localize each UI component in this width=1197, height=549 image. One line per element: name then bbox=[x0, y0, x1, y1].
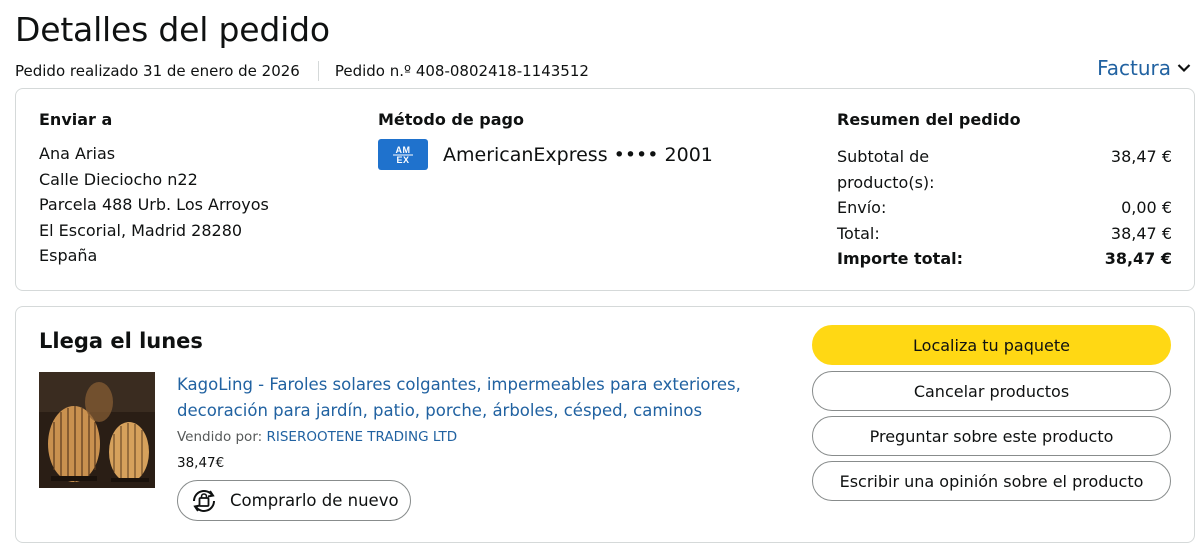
summary-row-total: Importe total: 38,47 € bbox=[837, 246, 1172, 272]
svg-text:EX: EX bbox=[396, 155, 409, 165]
summary-row: Subtotal de producto(s): 38,47 € bbox=[837, 144, 1172, 195]
write-review-button[interactable]: Escribir una opinión sobre el producto bbox=[812, 461, 1171, 501]
seller-link[interactable]: RISEROOTENE TRADING LTD bbox=[266, 429, 457, 445]
summary-label: Subtotal de producto(s): bbox=[837, 147, 935, 192]
summary-label: Importe total: bbox=[837, 249, 963, 269]
sold-by: Vendido por: RISEROOTENE TRADING LTD bbox=[177, 429, 457, 445]
buy-again-icon bbox=[193, 489, 215, 512]
summary-label: Envío: bbox=[837, 198, 887, 218]
cancel-items-button[interactable]: Cancelar productos bbox=[812, 371, 1171, 411]
summary-row: Envío: 0,00 € bbox=[837, 195, 1172, 221]
summary-row: Total: 38,47 € bbox=[837, 221, 1172, 247]
sold-by-label: Vendido por: bbox=[177, 429, 263, 445]
order-date: Pedido realizado 31 de enero de 2026 bbox=[15, 62, 300, 80]
shipping-title: Enviar a bbox=[39, 110, 113, 129]
address-line: Ana Arias bbox=[39, 144, 116, 163]
page-title: Detalles del pedido bbox=[15, 10, 330, 49]
product-title-link[interactable]: KagoLing - Faroles solares colgantes, im… bbox=[177, 372, 777, 424]
ask-product-question-button[interactable]: Preguntar sobre este producto bbox=[812, 416, 1171, 456]
summary-value: 38,47 € bbox=[1110, 147, 1172, 166]
summary-table: Subtotal de producto(s): 38,47 € Envío: … bbox=[837, 144, 1172, 272]
summary-title: Resumen del pedido bbox=[837, 110, 1021, 129]
chevron-down-icon bbox=[1177, 64, 1191, 73]
product-image[interactable] bbox=[39, 372, 155, 488]
payment-title: Método de pago bbox=[378, 110, 524, 129]
order-meta: Pedido realizado 31 de enero de 2026 Ped… bbox=[15, 61, 589, 81]
address-line: España bbox=[39, 246, 98, 266]
summary-value: 0,00 € bbox=[1121, 198, 1172, 218]
svg-text:AM: AM bbox=[396, 145, 411, 155]
order-number: Pedido n.º 408-0802418-1143512 bbox=[334, 62, 589, 80]
arrival-title: Llega el lunes bbox=[39, 329, 203, 353]
payment-method: AM EX AmericanExpress •••• 2001 bbox=[378, 139, 713, 170]
buy-again-label: Comprarlo de nuevo bbox=[230, 491, 399, 510]
divider bbox=[317, 61, 319, 81]
order-summary-card: Enviar a Ana Arias Calle Dieciocho n22 P… bbox=[15, 88, 1195, 291]
invoice-dropdown[interactable]: Factura bbox=[1097, 56, 1191, 80]
summary-value: 38,47 € bbox=[1104, 249, 1172, 269]
track-package-button[interactable]: Localiza tu paquete bbox=[812, 325, 1171, 365]
address-line: Calle Dieciocho n22 bbox=[39, 169, 198, 189]
invoice-label: Factura bbox=[1097, 56, 1171, 80]
summary-label: Total: bbox=[837, 223, 880, 243]
shipping-address: Ana Arias Calle Dieciocho n22 Parcela 48… bbox=[39, 141, 269, 269]
buy-again-button[interactable]: Comprarlo de nuevo bbox=[177, 480, 411, 521]
card-text: AmericanExpress •••• 2001 bbox=[443, 143, 713, 166]
amex-card-icon: AM EX bbox=[378, 139, 428, 170]
shipment-card: Llega el lunes KagoLing - Faroles solare… bbox=[15, 306, 1195, 543]
product-price: 38,47€ bbox=[177, 455, 225, 471]
address-line: Parcela 488 Urb. Los Arroyos bbox=[39, 195, 269, 215]
address-line: El Escorial, Madrid 28280 bbox=[39, 220, 243, 240]
summary-value: 38,47 € bbox=[1110, 223, 1172, 243]
